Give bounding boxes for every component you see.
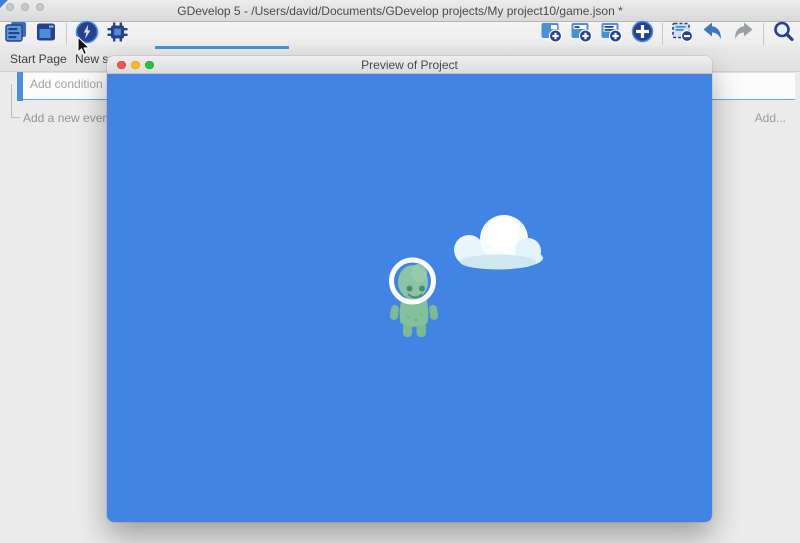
undo-button[interactable] bbox=[700, 22, 726, 46]
toolbar-separator bbox=[763, 23, 764, 45]
add-circle-icon bbox=[631, 20, 654, 48]
events-toolbar bbox=[0, 22, 800, 46]
add-circle-button[interactable] bbox=[629, 22, 655, 46]
cloud-sprite bbox=[454, 215, 543, 270]
event-selection-bar bbox=[17, 72, 23, 101]
scene-editor-icon bbox=[35, 21, 57, 48]
redo-button[interactable] bbox=[730, 22, 756, 46]
active-tab-indicator bbox=[155, 46, 289, 49]
toolbar-separator bbox=[662, 23, 663, 45]
redo-icon bbox=[731, 20, 755, 49]
add-subevent-icon bbox=[570, 20, 594, 49]
project-manager-button[interactable] bbox=[3, 22, 29, 46]
undo-icon bbox=[701, 20, 725, 49]
add-event-button[interactable] bbox=[539, 22, 565, 46]
event-tree-line bbox=[11, 84, 12, 118]
project-manager-icon bbox=[5, 21, 28, 48]
preview-window[interactable]: Preview of Project bbox=[107, 56, 712, 522]
event-tree-line bbox=[11, 117, 20, 118]
add-event-icon bbox=[540, 20, 564, 49]
add-new-event-link[interactable]: Add a new event bbox=[23, 111, 112, 125]
debug-icon bbox=[106, 21, 129, 48]
add-subevent-button[interactable] bbox=[569, 22, 595, 46]
window-title: GDevelop 5 - /Users/david/Documents/GDev… bbox=[0, 4, 800, 18]
add-comment-button[interactable] bbox=[599, 22, 625, 46]
preview-window-title: Preview of Project bbox=[107, 58, 712, 72]
preview-titlebar[interactable]: Preview of Project bbox=[107, 56, 712, 74]
scene-editor-button[interactable] bbox=[33, 22, 59, 46]
mouse-cursor bbox=[77, 36, 92, 62]
add-action-link[interactable]: Add... bbox=[755, 111, 786, 125]
debug-button[interactable] bbox=[104, 22, 130, 46]
add-condition-link[interactable]: Add condition bbox=[30, 77, 103, 91]
game-canvas[interactable] bbox=[107, 74, 712, 522]
game-scene bbox=[107, 74, 712, 522]
alien-player-sprite bbox=[389, 260, 438, 337]
search-button[interactable] bbox=[771, 22, 797, 46]
toolbar-separator bbox=[66, 23, 67, 45]
delete-event-button[interactable] bbox=[670, 22, 696, 46]
tab-start-page[interactable]: Start Page bbox=[10, 52, 67, 66]
search-icon bbox=[772, 20, 796, 49]
add-comment-icon bbox=[600, 20, 624, 49]
delete-event-icon bbox=[671, 20, 695, 49]
